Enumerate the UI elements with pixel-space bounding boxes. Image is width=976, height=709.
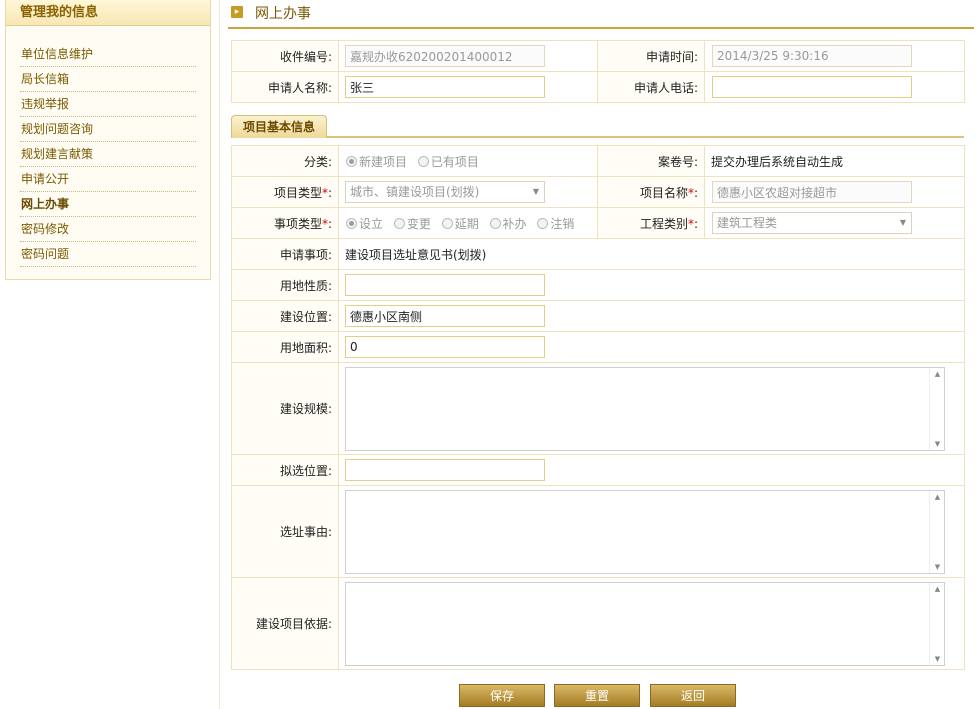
radio-extend[interactable] [441,217,453,229]
scroll-down-icon[interactable]: ▼ [930,440,945,448]
sidebar-item-planning-consult[interactable]: 规划问题咨询 [20,117,196,142]
category-radio-group: 新建项目 已有项目 [338,145,598,177]
scroll-down-icon[interactable]: ▼ [930,563,945,571]
land-nature-label: 用地性质: [231,269,339,301]
engineering-selected: 建筑工程类 [717,216,778,230]
applicant-name-label: 申请人名称: [231,71,339,103]
sidebar-menu: 单位信息维护 局长信箱 违规举报 规划问题咨询 规划建言献策 申请公开 网上办事… [20,42,196,267]
apply-item-label: 申请事项: [231,238,339,270]
main-header: ▸ 网上办事 [228,0,974,29]
back-button[interactable]: 返回 [650,684,736,707]
radio-change-label: 变更 [406,216,431,231]
required-mark: * [687,185,694,200]
scrollbar[interactable]: ▲ ▼ [929,490,945,573]
sidebar-item-online-service[interactable]: 网上办事 [20,192,196,217]
project-type-label: 项目类型*: [231,176,339,208]
location-field[interactable] [345,305,545,327]
area-field[interactable] [345,336,545,358]
section-header: 项目基本信息 [231,115,964,138]
land-nature-field[interactable] [345,274,545,296]
sidebar-item-unit-info[interactable]: 单位信息维护 [20,42,196,67]
basis-label: 建设项目依据: [231,577,339,670]
radio-cancel[interactable] [537,217,549,229]
apply-time-label: 申请时间: [597,40,705,72]
applicant-phone-field[interactable] [712,76,912,98]
scroll-up-icon[interactable]: ▲ [930,370,945,378]
scale-textarea[interactable] [345,366,945,451]
page-title: 网上办事 [255,6,311,22]
sidebar-item-disclosure-request[interactable]: 申请公开 [20,167,196,192]
sidebar-item-director-mailbox[interactable]: 局长信箱 [20,67,196,92]
scale-label: 建设规模: [231,362,339,455]
radio-establish[interactable] [346,217,357,229]
case-no-value: 提交办理后系统自动生成 [704,145,965,177]
apply-item-value: 建设项目选址意见书(划拨) [338,238,965,270]
chevron-down-icon: ▼ [899,218,907,227]
project-type-label-text: 项目类型 [273,185,322,200]
proposed-location-field[interactable] [345,459,545,481]
reason-label: 选址事由: [231,485,339,578]
sidebar-item-password-question[interactable]: 密码问题 [20,242,196,267]
scrollbar[interactable]: ▲ ▼ [929,582,945,665]
receipt-no-field[interactable] [345,45,545,67]
chevron-down-icon: ▼ [532,187,540,196]
required-mark: * [687,216,694,231]
radio-supplement-label: 补办 [502,216,527,231]
radio-cancel-label: 注销 [550,216,575,231]
project-type-select[interactable]: 城市、镇建设项目(划拨) ▼ [345,181,545,203]
arrow-right-icon: ▸ [231,6,243,18]
page: 管理我的信息 单位信息维护 局长信箱 违规举报 规划问题咨询 规划建言献策 申请… [0,0,976,709]
tab-project-basic-info[interactable]: 项目基本信息 [231,115,327,138]
save-button[interactable]: 保存 [459,684,545,707]
scale-textarea-wrap: ▲ ▼ [345,366,945,451]
area-label: 用地面积: [231,331,339,363]
basis-textarea[interactable] [345,581,945,666]
engineering-select[interactable]: 建筑工程类 ▼ [712,212,912,234]
item-type-label: 事项类型*: [231,207,339,239]
scroll-down-icon[interactable]: ▼ [930,655,945,663]
radio-existing-project[interactable] [417,155,429,167]
item-type-radio-group: 设立 变更 延期 补办 注销 [338,207,598,239]
project-table: 分类: 新建项目 已有项目 案卷号: 提交办理后系统自动生成 项目类型*: 城市… [231,145,965,670]
reason-textarea-wrap: ▲ ▼ [345,489,945,574]
applicant-phone-label: 申请人电话: [597,71,705,103]
sidebar: 管理我的信息 单位信息维护 局长信箱 违规举报 规划问题咨询 规划建言献策 申请… [5,0,211,280]
radio-extend-label: 延期 [454,216,479,231]
scroll-up-icon[interactable]: ▲ [930,493,945,501]
radio-new-project[interactable] [346,155,357,167]
basis-textarea-wrap: ▲ ▼ [345,581,945,666]
required-mark: * [321,216,328,231]
radio-new-project-label: 新建项目 [359,154,408,169]
sidebar-item-planning-suggestions[interactable]: 规划建言献策 [20,142,196,167]
project-name-label: 项目名称*: [597,176,705,208]
proposed-location-label: 拟选位置: [231,454,339,486]
scroll-up-icon[interactable]: ▲ [930,585,945,593]
project-name-label-text: 项目名称 [639,185,688,200]
engineering-label: 工程类别*: [597,207,705,239]
scrollbar[interactable]: ▲ ▼ [929,367,945,450]
applicant-table: 收件编号: 申请时间: 申请人名称: 申请人电话: [231,40,965,103]
location-label: 建设位置: [231,300,339,332]
required-mark: * [321,185,328,200]
radio-supplement[interactable] [489,217,501,229]
radio-change[interactable] [393,217,405,229]
radio-establish-label: 设立 [359,216,384,231]
apply-time-field[interactable] [712,45,912,67]
item-type-label-text: 事项类型 [273,216,322,231]
applicant-name-field[interactable] [345,76,545,98]
reset-button[interactable]: 重置 [554,684,640,707]
divider [219,0,220,709]
engineering-label-text: 工程类别 [639,216,688,231]
sidebar-item-change-password[interactable]: 密码修改 [20,217,196,242]
project-type-selected: 城市、镇建设项目(划拨) [350,185,480,199]
case-no-label: 案卷号: [597,145,705,177]
radio-existing-project-label: 已有项目 [430,154,479,169]
sidebar-title: 管理我的信息 [6,0,210,26]
reason-textarea[interactable] [345,489,945,574]
project-name-field[interactable] [712,181,912,203]
category-label: 分类: [231,145,339,177]
receipt-no-label: 收件编号: [231,40,339,72]
sidebar-item-violation-report[interactable]: 违规举报 [20,92,196,117]
